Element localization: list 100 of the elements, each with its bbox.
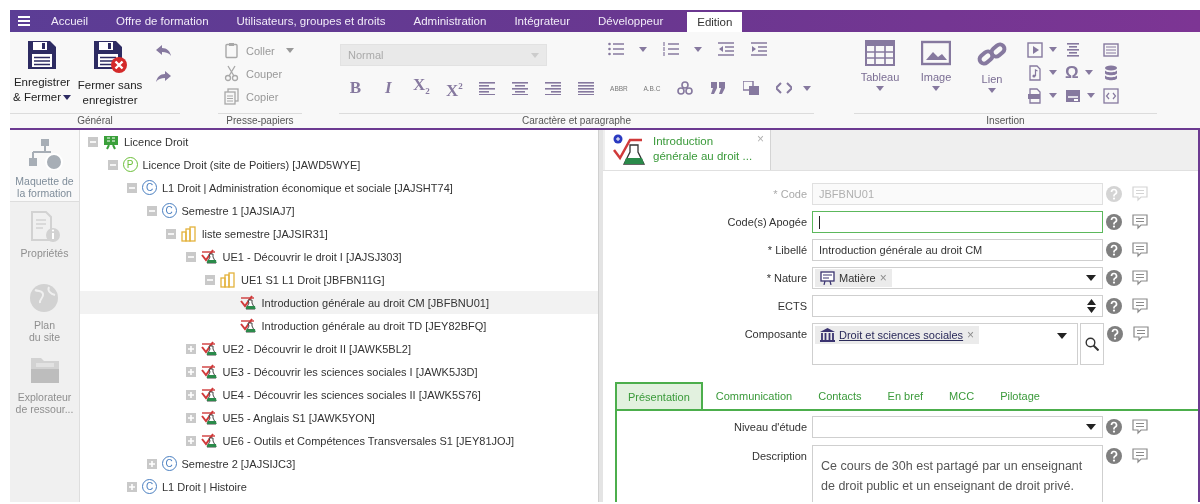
numbered-list-icon[interactable] [662, 42, 679, 56]
insert-image-button[interactable]: Image [911, 32, 961, 114]
menu-icon[interactable] [17, 16, 30, 26]
music-file-icon[interactable] [1027, 64, 1043, 81]
board-icon [103, 133, 119, 150]
indent-icon[interactable] [750, 42, 767, 56]
help-icon[interactable] [1106, 270, 1122, 286]
comment-icon[interactable] [1132, 242, 1148, 258]
field-label: Code(s) Apogée [726, 215, 808, 230]
tree-item[interactable]: Introduction générale au droit TD [JEY82BFQ] [80, 314, 598, 337]
tree-item[interactable]: C Semestre 1 [JAJSIAJ7] [80, 199, 598, 222]
comment-icon[interactable] [1132, 298, 1148, 314]
tree-item[interactable]: UE1 - Découvrir le droit I [JAJSJ303] [80, 245, 598, 268]
justify-icon[interactable] [578, 81, 595, 95]
close-button[interactable]: Fermer sans enregistrer [74, 32, 146, 114]
help-icon[interactable] [1107, 326, 1123, 342]
help-icon[interactable] [1106, 298, 1122, 314]
comment-icon[interactable] [1132, 419, 1148, 435]
italic-button[interactable]: I [385, 79, 392, 97]
tree-item[interactable]: UE5 - Anglais S1 [JAWK5YON] [80, 406, 598, 429]
document-tab[interactable]: Introduction générale au droit ... × [605, 130, 771, 170]
insert-table-button[interactable]: Tableau [855, 32, 905, 114]
dropdown-arrow-icon[interactable] [1057, 333, 1067, 339]
superscript-button[interactable]: X$^{2}$ [445, 76, 463, 100]
help-icon[interactable] [1106, 214, 1122, 230]
section-tab[interactable]: Communication [702, 382, 806, 409]
comment-icon[interactable] [1132, 214, 1148, 230]
tree-item[interactable]: C Semestre 2 [JAJSIJC3] [80, 452, 598, 475]
undo-icon[interactable] [155, 44, 171, 56]
bold-button[interactable]: B [349, 79, 362, 97]
lines-icon[interactable] [1065, 41, 1081, 58]
caret-icon[interactable] [62, 95, 71, 100]
nav-tab[interactable]: Intégrateur [500, 10, 584, 32]
tree-item[interactable]: UE3 - Découvrir les sciences sociales I [JAWK5J3D] [80, 360, 598, 383]
clipboard-icon [224, 42, 240, 59]
search-icon [1085, 337, 1099, 351]
table-icon [865, 40, 895, 66]
database-icon[interactable] [1103, 64, 1119, 81]
special-character-button[interactable]: Ω [1065, 62, 1079, 83]
books-icon [220, 271, 236, 288]
tree-item[interactable]: UE1 S1 L1 Droit [JBFBN11G] [80, 268, 598, 291]
check-flask-icon [200, 386, 218, 403]
number-field[interactable] [812, 295, 1103, 317]
align-center-icon[interactable] [512, 81, 529, 95]
tree-item[interactable]: Licence Droit [80, 130, 598, 153]
sitemap-icon [26, 138, 63, 170]
field-label: * Nature [765, 271, 808, 286]
nav-tab[interactable]: Développeur [584, 10, 678, 32]
tree-item[interactable]: P Licence Droit (site de Poitiers) [JAWD5WYE] [80, 153, 598, 176]
bulleted-list-icon[interactable] [607, 42, 624, 56]
molecule-icon[interactable] [676, 81, 693, 95]
video-icon[interactable] [1027, 41, 1043, 58]
text-area[interactable]: Ce cours de 30h est partagé par un enseignant de droit public et un enseignant de droit privé. [812, 445, 1103, 502]
nav-tab[interactable]: Accueil [37, 10, 103, 32]
subscript-button[interactable]: X$_{2}$ [412, 75, 430, 101]
select-field[interactable]: Droit et sciences sociales × [812, 323, 1078, 365]
tree-item[interactable]: UE2 - Découvrir le droit II [JAWK5BL2] [80, 337, 598, 360]
nav-tab[interactable]: Edition [687, 12, 743, 32]
comment-icon[interactable] [1133, 326, 1149, 342]
redo-icon[interactable] [155, 70, 171, 82]
nav-tab[interactable]: Offre de formation [102, 10, 223, 32]
section-tab[interactable]: En bref [874, 382, 937, 409]
quote-icon[interactable] [709, 81, 726, 95]
tree-item[interactable]: liste semestre [JAJSIR31] [80, 222, 598, 245]
newspaper-icon[interactable] [1103, 41, 1119, 58]
comment-icon[interactable] [1132, 270, 1148, 286]
section-tab[interactable]: Pilotage [987, 382, 1053, 409]
books-icon [181, 225, 197, 242]
link[interactable]: Droit et sciences sociales [839, 329, 964, 341]
insert-link-button[interactable]: Lien [967, 32, 1017, 114]
form-icon[interactable] [1065, 87, 1081, 104]
help-icon[interactable] [1106, 419, 1122, 435]
tree-item[interactable]: Introduction générale au droit CM [JBFBNU01] [80, 291, 598, 314]
group-label: Insertion [854, 113, 1157, 128]
outdent-icon[interactable] [717, 42, 734, 56]
nav-tab[interactable]: Administration [399, 10, 501, 32]
section-tab[interactable]: MCC [936, 382, 988, 409]
tree-item[interactable]: UE6 - Outils et Compétences Transversales S1 [JEY81JOJ] [80, 429, 598, 452]
tree-item[interactable]: UE4 - Découvrir les sciences sociales II [JAWK5S76] [80, 383, 598, 406]
input-field[interactable] [812, 211, 1103, 233]
dropdown-arrow-icon[interactable] [1086, 275, 1096, 281]
select-field[interactable] [812, 416, 1103, 438]
tree-item[interactable]: C L1 Droit | Histoire [80, 475, 598, 498]
help-icon[interactable] [1106, 448, 1122, 464]
align-right-icon[interactable] [545, 81, 562, 95]
tree-item[interactable]: C L1 Droit | Administration économique et sociale [JAJSHT74] [80, 176, 598, 199]
nav-tab[interactable]: Utilisateurs, groupes et droits [222, 10, 400, 32]
input-field[interactable]: Introduction générale au droit CM [812, 239, 1103, 261]
code-icon[interactable] [775, 81, 792, 95]
comment-icon[interactable] [1132, 448, 1148, 464]
select-field[interactable]: Matière × [812, 267, 1103, 289]
search-button[interactable] [1080, 323, 1104, 365]
align-left-icon[interactable] [479, 81, 496, 95]
html-code-icon[interactable] [1103, 87, 1119, 104]
save-close-button[interactable]: Enregistrer & Fermer [10, 32, 74, 114]
spinner-icon[interactable] [1087, 299, 1096, 313]
help-icon[interactable] [1106, 242, 1122, 258]
section-tab[interactable]: Contacts [805, 382, 875, 409]
link-icon [977, 40, 1007, 68]
dropdown-arrow-icon[interactable] [1086, 424, 1096, 430]
